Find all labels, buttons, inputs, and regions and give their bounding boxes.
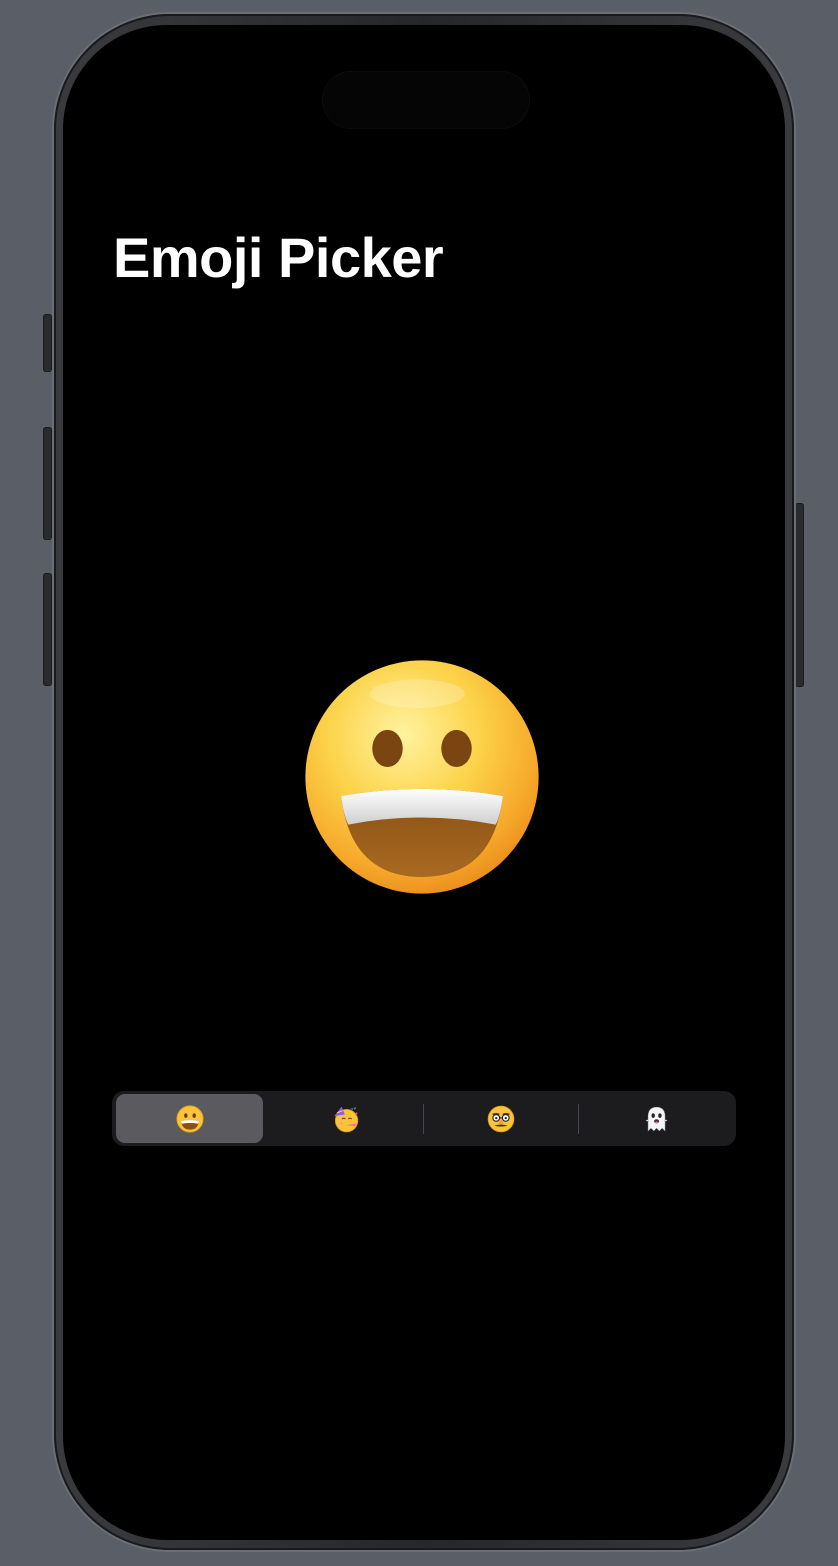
volume-down-button [43,573,52,686]
ghost-icon [645,1106,667,1131]
emoji-segmented-control [112,1091,736,1146]
action-button [43,314,52,372]
app-screen: Emoji Picker [63,25,785,1540]
grinning-face-icon [175,1104,204,1133]
segment-disguised-face[interactable] [427,1094,574,1143]
disguised-face-icon [487,1105,514,1132]
partying-face-icon [333,1106,358,1132]
volume-up-button [43,427,52,540]
page-title: Emoji Picker [113,226,444,289]
dynamic-island [322,71,530,129]
power-button [795,503,804,687]
segment-partying-face[interactable] [272,1094,419,1143]
segment-ghost[interactable] [582,1094,729,1143]
device-mockup: Emoji Picker [0,0,838,1566]
selected-emoji-grinning-face-icon [305,660,539,894]
segment-divider [578,1104,579,1134]
segment-divider [423,1104,424,1134]
segment-grinning-face[interactable] [116,1094,263,1143]
